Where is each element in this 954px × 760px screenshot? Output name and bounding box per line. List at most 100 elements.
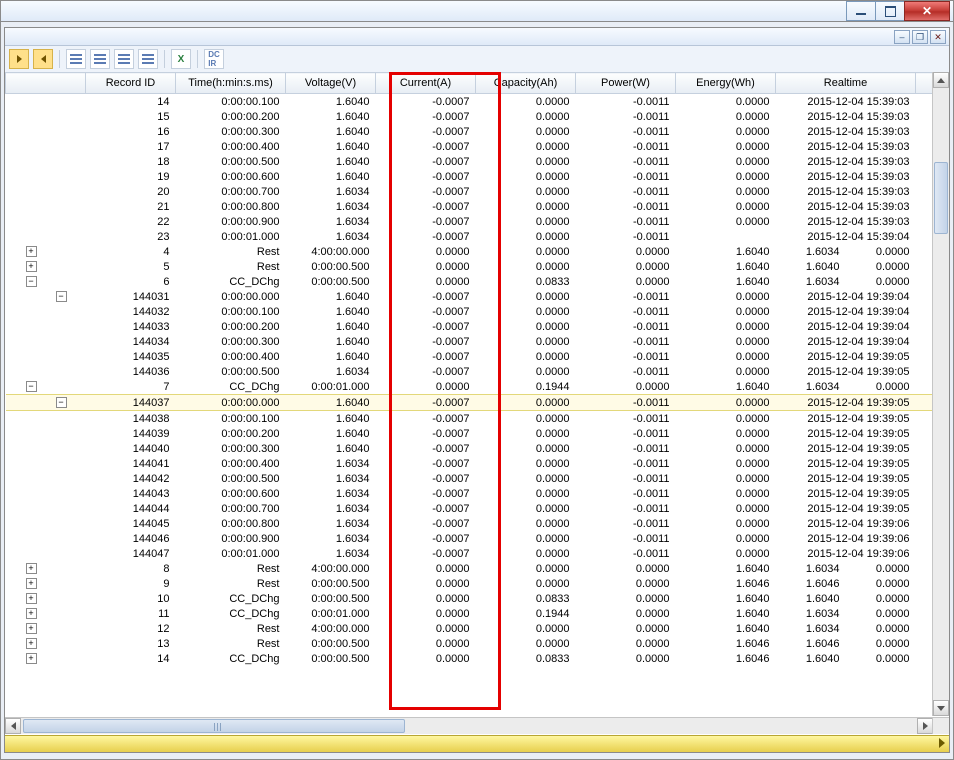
- table-row[interactable]: 1440360:00:00.5001.6034-0.00070.0000-0.0…: [6, 364, 934, 379]
- table-row[interactable]: 200:00:00.7001.6034-0.00070.0000-0.00110…: [6, 184, 934, 199]
- table-row[interactable]: +10CC_DChg0:00:00.5000.00000.08330.00001…: [6, 591, 934, 606]
- scroll-down-arrow-icon[interactable]: [933, 700, 949, 716]
- toolbar-expand-button[interactable]: [9, 49, 29, 69]
- scroll-up-arrow-icon[interactable]: [933, 72, 949, 88]
- data-grid[interactable]: Record ID Time(h:min:s.ms) Voltage(V) Cu…: [5, 72, 933, 666]
- table-row[interactable]: 1440320:00:00.1001.6040-0.00070.0000-0.0…: [6, 304, 934, 319]
- minus-icon[interactable]: −: [56, 397, 67, 408]
- table-row[interactable]: 1440390:00:00.2001.6040-0.00070.0000-0.0…: [6, 426, 934, 441]
- column-header-extra[interactable]: [916, 73, 934, 94]
- cell-expander[interactable]: −: [6, 395, 86, 411]
- minus-icon[interactable]: −: [56, 291, 67, 302]
- column-header-realtime[interactable]: Realtime: [776, 73, 916, 94]
- table-row[interactable]: 230:00:01.0001.6034-0.00070.0000-0.00112…: [6, 229, 934, 244]
- table-row[interactable]: −1440370:00:00.0001.6040-0.00070.0000-0.…: [6, 395, 934, 411]
- cell-step-label: CC_DChg: [176, 379, 286, 395]
- table-row[interactable]: −1440310:00:00.0001.6040-0.00070.0000-0.…: [6, 289, 934, 304]
- cell-expander[interactable]: +: [6, 259, 86, 274]
- table-row[interactable]: 1440410:00:00.4001.6034-0.00070.0000-0.0…: [6, 456, 934, 471]
- cell-expander[interactable]: −: [6, 379, 86, 395]
- cell-expander[interactable]: +: [6, 636, 86, 651]
- minus-icon[interactable]: −: [26, 276, 37, 287]
- toolbar-list2-button[interactable]: [90, 49, 110, 69]
- table-row[interactable]: 170:00:00.4001.6040-0.00070.0000-0.00110…: [6, 139, 934, 154]
- column-header-time[interactable]: Time(h:min:s.ms): [176, 73, 286, 94]
- table-row[interactable]: 140:00:00.1001.6040-0.00070.0000-0.00110…: [6, 94, 934, 110]
- table-row[interactable]: 150:00:00.2001.6040-0.00070.0000-0.00110…: [6, 109, 934, 124]
- table-row[interactable]: 1440460:00:00.9001.6034-0.00070.0000-0.0…: [6, 531, 934, 546]
- table-row[interactable]: 1440470:00:01.0001.6034-0.00070.0000-0.0…: [6, 546, 934, 561]
- cell-expander[interactable]: +: [6, 621, 86, 636]
- table-row[interactable]: 1440340:00:00.3001.6040-0.00070.0000-0.0…: [6, 334, 934, 349]
- outer-maximize-button[interactable]: [875, 1, 905, 21]
- cell-expander[interactable]: −: [6, 289, 86, 304]
- table-row[interactable]: +5Rest0:00:00.5000.00000.00000.00001.604…: [6, 259, 934, 274]
- toolbar-list4-button[interactable]: [138, 49, 158, 69]
- table-row[interactable]: +13Rest0:00:00.5000.00000.00000.00001.60…: [6, 636, 934, 651]
- column-header-energy[interactable]: Energy(Wh): [676, 73, 776, 94]
- table-row[interactable]: +9Rest0:00:00.5000.00000.00000.00001.604…: [6, 576, 934, 591]
- cell-expander[interactable]: +: [6, 591, 86, 606]
- plus-icon[interactable]: +: [26, 653, 37, 664]
- cell-expander[interactable]: +: [6, 651, 86, 666]
- toolbar-export-excel-button[interactable]: X: [171, 49, 191, 69]
- minus-icon[interactable]: −: [26, 381, 37, 392]
- toolbar-collapse-button[interactable]: [33, 49, 53, 69]
- horizontal-scroll-thumb[interactable]: [23, 719, 405, 733]
- table-row[interactable]: +14CC_DChg0:00:00.5000.00000.08330.00001…: [6, 651, 934, 666]
- table-row[interactable]: +8Rest4:00:00.0000.00000.00000.00001.604…: [6, 561, 934, 576]
- table-row[interactable]: −6CC_DChg0:00:00.5000.00000.08330.00001.…: [6, 274, 934, 289]
- plus-icon[interactable]: +: [26, 563, 37, 574]
- plus-icon[interactable]: +: [26, 246, 37, 257]
- table-row[interactable]: 220:00:00.9001.6034-0.00070.0000-0.00110…: [6, 214, 934, 229]
- column-header-voltage[interactable]: Voltage(V): [286, 73, 376, 94]
- plus-icon[interactable]: +: [26, 578, 37, 589]
- vertical-scroll-thumb[interactable]: [934, 162, 948, 234]
- inner-close-button[interactable]: ✕: [930, 30, 946, 44]
- plus-icon[interactable]: +: [26, 638, 37, 649]
- table-row[interactable]: 1440430:00:00.6001.6034-0.00070.0000-0.0…: [6, 486, 934, 501]
- status-arrow-right-icon[interactable]: [939, 738, 945, 748]
- inner-minimize-button[interactable]: –: [894, 30, 910, 44]
- column-header-record-id[interactable]: Record ID: [86, 73, 176, 94]
- cell-expander[interactable]: +: [6, 606, 86, 621]
- cell-expander[interactable]: +: [6, 576, 86, 591]
- plus-icon[interactable]: +: [26, 593, 37, 604]
- table-row[interactable]: +11CC_DChg0:00:01.0000.00000.19440.00001…: [6, 606, 934, 621]
- column-header-power[interactable]: Power(W): [576, 73, 676, 94]
- cell-extra: [916, 531, 934, 546]
- table-row[interactable]: 1440330:00:00.2001.6040-0.00070.0000-0.0…: [6, 319, 934, 334]
- vertical-scrollbar[interactable]: [932, 72, 949, 716]
- cell-expander[interactable]: +: [6, 561, 86, 576]
- column-header-capacity[interactable]: Capacity(Ah): [476, 73, 576, 94]
- scroll-right-arrow-icon[interactable]: [917, 718, 933, 734]
- table-row[interactable]: 1440380:00:00.1001.6040-0.00070.0000-0.0…: [6, 411, 934, 427]
- toolbar-list1-button[interactable]: [66, 49, 86, 69]
- table-row[interactable]: 1440450:00:00.8001.6034-0.00070.0000-0.0…: [6, 516, 934, 531]
- table-row[interactable]: +4Rest4:00:00.0000.00000.00000.00001.604…: [6, 244, 934, 259]
- table-row[interactable]: +12Rest4:00:00.0000.00000.00000.00001.60…: [6, 621, 934, 636]
- column-header-expand[interactable]: [6, 73, 86, 94]
- plus-icon[interactable]: +: [26, 623, 37, 634]
- toolbar-dcir-button[interactable]: DCIR: [204, 49, 224, 69]
- toolbar-list3-button[interactable]: [114, 49, 134, 69]
- cell-expander[interactable]: −: [6, 274, 86, 289]
- horizontal-scrollbar[interactable]: [5, 717, 933, 734]
- inner-restore-button[interactable]: ❐: [912, 30, 928, 44]
- outer-close-button[interactable]: ✕: [904, 1, 950, 21]
- plus-icon[interactable]: +: [26, 608, 37, 619]
- table-row[interactable]: 1440350:00:00.4001.6040-0.00070.0000-0.0…: [6, 349, 934, 364]
- scroll-left-arrow-icon[interactable]: [5, 718, 21, 734]
- table-row[interactable]: −7CC_DChg0:00:01.0000.00000.19440.00001.…: [6, 379, 934, 395]
- plus-icon[interactable]: +: [26, 261, 37, 272]
- table-row[interactable]: 1440400:00:00.3001.6040-0.00070.0000-0.0…: [6, 441, 934, 456]
- table-row[interactable]: 210:00:00.8001.6034-0.00070.0000-0.00110…: [6, 199, 934, 214]
- table-row[interactable]: 1440440:00:00.7001.6034-0.00070.0000-0.0…: [6, 501, 934, 516]
- cell-expander[interactable]: +: [6, 244, 86, 259]
- table-row[interactable]: 160:00:00.3001.6040-0.00070.0000-0.00110…: [6, 124, 934, 139]
- column-header-current[interactable]: Current(A): [376, 73, 476, 94]
- table-row[interactable]: 1440420:00:00.5001.6034-0.00070.0000-0.0…: [6, 471, 934, 486]
- table-row[interactable]: 180:00:00.5001.6040-0.00070.0000-0.00110…: [6, 154, 934, 169]
- outer-minimize-button[interactable]: [846, 1, 876, 21]
- table-row[interactable]: 190:00:00.6001.6040-0.00070.0000-0.00110…: [6, 169, 934, 184]
